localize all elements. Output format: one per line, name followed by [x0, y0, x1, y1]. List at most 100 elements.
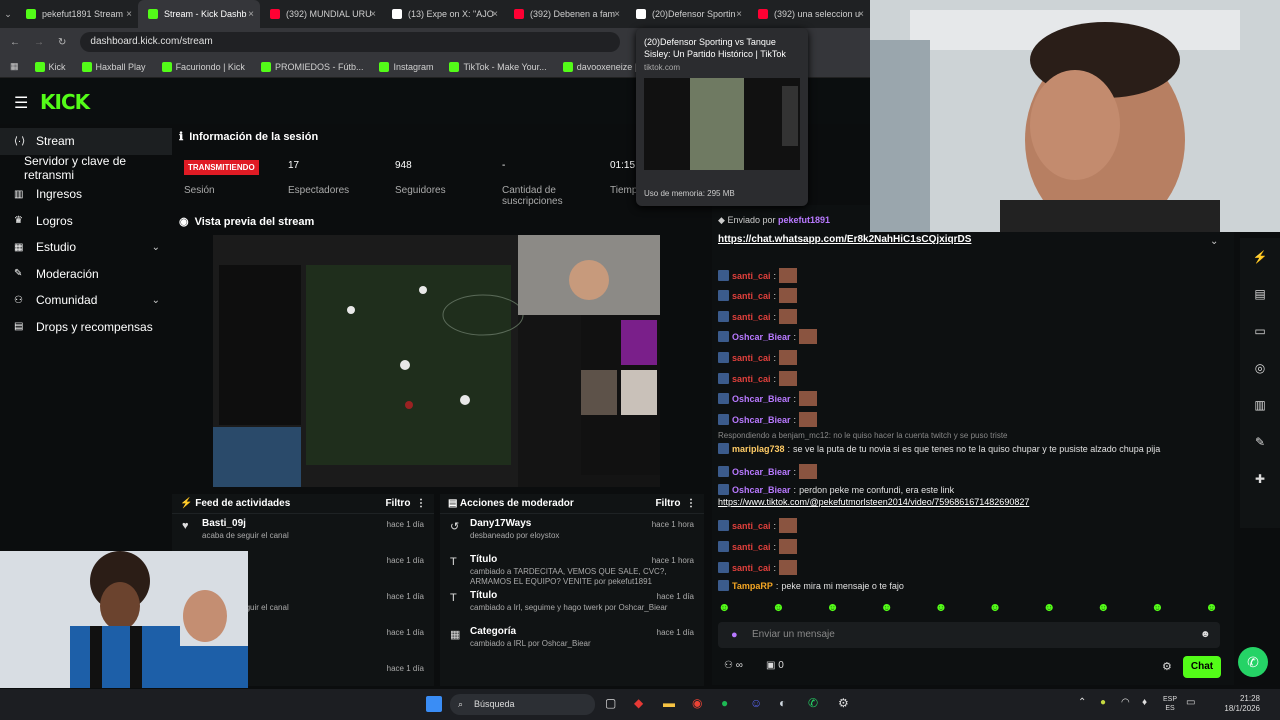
emote-icon[interactable]: ☻ — [1151, 600, 1164, 614]
wrench-icon[interactable]: ✎ — [1240, 423, 1280, 460]
chat-username[interactable]: santi_cai — [732, 312, 771, 322]
close-icon[interactable]: × — [858, 9, 864, 20]
bookmark-item[interactable]: TikTok - Make Your... — [449, 61, 547, 72]
tray-icon[interactable]: ● — [1100, 697, 1106, 708]
sidebar-item[interactable]: ▥ Ingresos — [0, 181, 172, 208]
mic-tray-icon[interactable]: ♦ — [1142, 697, 1147, 708]
sidebar-item[interactable]: ⟨·⟩ Stream — [0, 128, 172, 155]
mic-icon[interactable]: ● — [731, 629, 738, 641]
mod-filter-button[interactable]: Filtro ⋮ — [655, 498, 696, 509]
close-icon[interactable]: × — [126, 9, 132, 20]
emoji-icon[interactable]: ☻ — [1200, 629, 1211, 640]
chat-username[interactable]: santi_cai — [732, 521, 771, 531]
emote-icon[interactable]: ☻ — [989, 600, 1002, 614]
chat-username[interactable]: santi_cai — [732, 542, 771, 552]
chat-username[interactable]: mariplag738 — [732, 444, 785, 454]
folder-icon[interactable]: ▬ — [663, 696, 675, 710]
chat-username[interactable]: Oshcar_Biear — [732, 415, 791, 425]
chevron-down-icon[interactable]: ⌄ — [152, 242, 160, 253]
back-icon[interactable]: ← — [10, 37, 20, 48]
close-icon[interactable]: × — [492, 9, 498, 20]
sidebar-item[interactable]: Servidor y clave de retransmi — [0, 154, 172, 182]
browser-tab[interactable]: (392) MUNDIAL URU × — [260, 0, 382, 28]
emote-icon[interactable]: ☻ — [935, 600, 948, 614]
chat-username[interactable]: santi_cai — [732, 563, 771, 573]
sidebar-item[interactable]: ▦ Estudio ⌄ — [0, 234, 172, 261]
emote-icon[interactable]: ☻ — [1043, 600, 1056, 614]
whatsapp-icon[interactable]: ✆ — [1238, 647, 1268, 677]
browser-tab[interactable]: (13) Expe on X: "AJO × — [382, 0, 504, 28]
clipboard-icon[interactable]: ▤ — [1240, 275, 1280, 312]
bookmark-item[interactable]: Instagram — [379, 61, 433, 72]
chevron-down-icon[interactable]: ⌄ — [1210, 236, 1218, 247]
whatsapp-taskbar-icon[interactable]: ✆ — [808, 696, 818, 710]
chat-message-input[interactable]: Enviar un mensaje — [718, 622, 1220, 648]
language-indicator[interactable]: ESP ES — [1163, 695, 1177, 713]
chat-username[interactable]: Oshcar_Biear — [732, 467, 791, 477]
chrome-icon[interactable]: ◉ — [692, 696, 702, 710]
pinned-link[interactable]: https://chat.whatsapp.com/Er8k2NahHiC1sC… — [718, 234, 971, 245]
chat-send-button[interactable]: Chat — [1183, 656, 1221, 678]
taskbar-search[interactable]: ⌕ Búsqueda — [450, 694, 595, 715]
bookmark-item[interactable]: Facuriondo | Kick — [161, 61, 245, 72]
discord-icon[interactable]: ☺ — [750, 696, 762, 710]
sidebar-item[interactable]: ♛ Logros — [0, 208, 172, 235]
broadcast-icon[interactable]: ◎ — [1240, 349, 1280, 386]
browser-tab[interactable]: (392) Debenen a fam × — [504, 0, 626, 28]
browser-tab[interactable]: (20)Defensor Sportin × — [626, 0, 748, 28]
puzzle-icon[interactable]: ✚ — [1240, 460, 1280, 497]
bookmark-item[interactable]: Kick — [34, 61, 66, 72]
browser-tab[interactable]: pekefut1891 Stream × — [16, 0, 138, 28]
emote-icon[interactable]: ☻ — [772, 600, 785, 614]
close-icon[interactable]: × — [248, 9, 254, 20]
browser-tab[interactable]: (392) una seleccion u × — [748, 0, 870, 28]
sidebar-item[interactable]: ▤ Drops y recompensas — [0, 314, 172, 341]
forward-icon[interactable]: → — [34, 37, 44, 48]
spotify-icon[interactable]: ● — [721, 696, 728, 710]
app-icon[interactable]: ◆ — [634, 696, 643, 710]
close-icon[interactable]: × — [736, 9, 742, 20]
chevron-down-icon[interactable]: ⌄ — [152, 295, 160, 306]
sidebar-item[interactable]: ✎ Moderación — [0, 261, 172, 288]
bolt-icon[interactable]: ⚡ — [1240, 238, 1280, 275]
emote-icon[interactable]: ☻ — [718, 600, 731, 614]
gear-icon[interactable]: ⚙ — [1162, 660, 1172, 673]
sidebar-item[interactable]: ⚇ Comunidad ⌄ — [0, 287, 172, 314]
wifi-icon[interactable]: ◠ — [1121, 697, 1130, 708]
emote-icon[interactable]: ☻ — [1205, 600, 1218, 614]
emote-icon[interactable]: ☻ — [1097, 600, 1110, 614]
chat-username[interactable]: santi_cai — [732, 271, 771, 281]
chat-username[interactable]: santi_cai — [732, 353, 771, 363]
task-view-icon[interactable]: ▢ — [605, 696, 616, 710]
kick-logo[interactable]: KICK — [40, 90, 90, 114]
tray-chevron-icon[interactable]: ⌃ — [1078, 697, 1086, 708]
emote-icon[interactable]: ☻ — [880, 600, 893, 614]
network-icon[interactable]: ▭ — [1186, 697, 1195, 708]
url-field[interactable]: dashboard.kick.com/stream — [80, 32, 621, 52]
menu-icon[interactable]: ☰ — [14, 93, 28, 113]
clock[interactable]: 21:28 18/1/2026 — [1212, 694, 1260, 714]
chat-username[interactable]: TampaRP — [732, 581, 773, 591]
chat-icon[interactable]: ▭ — [1240, 312, 1280, 349]
feed-filter-button[interactable]: Filtro ⋮ — [385, 498, 426, 509]
points-display[interactable]: ▣ 0 — [766, 660, 784, 671]
chat-username[interactable]: Oshcar_Biear — [732, 332, 791, 342]
tab-search-icon[interactable]: ⌄ — [0, 9, 16, 20]
steam-icon[interactable]: ◐ — [779, 696, 786, 710]
close-icon[interactable]: × — [370, 9, 376, 20]
bookmark-item[interactable]: Haxball Play — [81, 61, 146, 72]
people-icon[interactable]: ⚇ ∞ — [724, 660, 743, 671]
emote-icon[interactable]: ☻ — [826, 600, 839, 614]
reload-icon[interactable]: ↻ — [58, 37, 66, 48]
chat-username[interactable]: santi_cai — [732, 291, 771, 301]
chat-username[interactable]: santi_cai — [732, 374, 771, 384]
chat-username[interactable]: Oshcar_Biear — [732, 394, 791, 404]
apps-icon[interactable]: ▦ — [10, 61, 19, 72]
chat-link[interactable]: https://www.tiktok.com/@pekefutmorlsteen… — [718, 497, 1029, 507]
browser-tab[interactable]: Stream - Kick Dashb × — [138, 0, 260, 28]
chat-username[interactable]: Oshcar_Biear — [732, 485, 791, 495]
stream-preview-video[interactable] — [213, 235, 660, 487]
close-icon[interactable]: × — [614, 9, 620, 20]
windows-start-icon[interactable] — [426, 696, 442, 712]
bookmark-item[interactable]: PROMIEDOS - Fútb... — [260, 61, 363, 72]
